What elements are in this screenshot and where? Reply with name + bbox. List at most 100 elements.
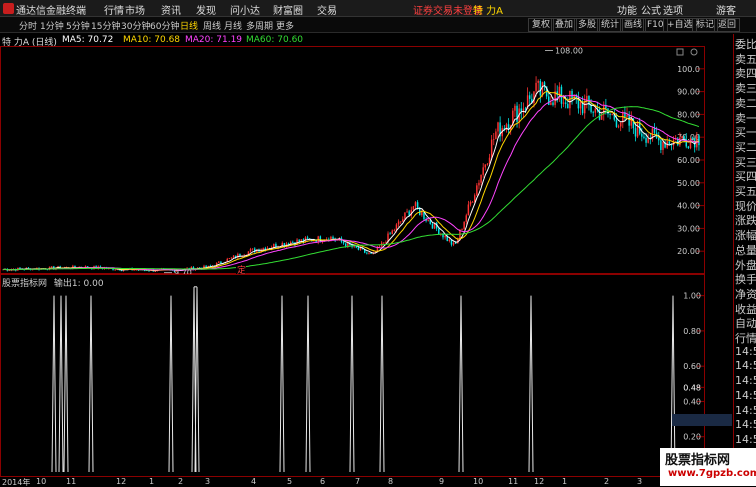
candle-body xyxy=(528,95,531,99)
candle-body xyxy=(564,102,567,104)
candle-body xyxy=(306,237,309,239)
signal-spike xyxy=(349,295,355,473)
candle-body xyxy=(463,221,465,229)
quote-panel-item: 收益 xyxy=(735,302,756,316)
candle-body xyxy=(480,174,482,183)
quote-panel-item: 14:5 xyxy=(735,344,756,358)
date-label: 3 xyxy=(205,477,211,486)
candle-body xyxy=(598,109,601,120)
candle-body xyxy=(444,235,446,238)
candle-body xyxy=(495,131,497,140)
candle-body xyxy=(262,248,264,250)
indicator-name[interactable]: 股票指标网 xyxy=(2,279,47,289)
candle-body xyxy=(615,119,618,127)
sub-axis-label: 1.00 xyxy=(683,292,701,301)
candle-body xyxy=(658,137,660,141)
candle-body xyxy=(292,242,294,243)
candle-body xyxy=(594,108,597,113)
menu-news[interactable]: 资讯 xyxy=(161,2,181,17)
main-chart-border xyxy=(0,46,705,274)
menu-market[interactable]: 市场 xyxy=(125,2,145,17)
quote-panel-item: 14:5 xyxy=(735,432,756,446)
candle-body xyxy=(490,139,493,158)
candle-body xyxy=(687,146,690,149)
candle-body xyxy=(689,138,692,149)
date-label: 11 xyxy=(66,477,77,486)
signal-spike xyxy=(51,295,57,473)
date-label: 12 xyxy=(116,477,127,486)
candle-body xyxy=(471,201,474,203)
candle-body xyxy=(406,211,408,213)
candle-body xyxy=(366,252,368,254)
period-monthly[interactable]: 月线 xyxy=(224,19,242,32)
period-more[interactable]: 更多 xyxy=(276,19,294,32)
menu-options[interactable]: 选项 xyxy=(663,2,683,17)
date-axis xyxy=(0,476,756,487)
menu-hq[interactable]: 行情 xyxy=(104,2,124,17)
back-button[interactable]: 返回 xyxy=(714,18,741,32)
candle-body xyxy=(476,185,478,196)
signal-spike xyxy=(63,295,69,473)
menu-function[interactable]: 功能 xyxy=(617,2,637,17)
period-fenshi[interactable]: 分时 xyxy=(19,19,37,32)
period-5min[interactable]: 5分钟 xyxy=(66,19,90,32)
menu-formula[interactable]: 公式 xyxy=(641,2,661,17)
app-title: 通达信金融终端 xyxy=(16,6,86,17)
date-label: 2 xyxy=(604,477,610,486)
date-label: 8 xyxy=(388,477,394,486)
signal-spike xyxy=(670,295,676,473)
quote-panel-item: 14:5 xyxy=(735,388,756,402)
period-15min[interactable]: 15分钟 xyxy=(91,19,120,32)
menu-trade[interactable]: 交易 xyxy=(317,2,337,17)
candle-body xyxy=(605,105,607,109)
ma60-line xyxy=(3,106,700,271)
kline-chart[interactable]: 100.090.0080.0070.0060.0050.0040.0030.00… xyxy=(0,46,705,274)
candle-body xyxy=(467,204,470,216)
candle-body xyxy=(647,138,649,143)
watermark-title: 股票指标网 xyxy=(665,453,731,468)
candle-body xyxy=(368,253,370,254)
quote-panel-item: 买二 xyxy=(735,140,756,154)
candle-body xyxy=(232,255,235,258)
settings-icon xyxy=(690,48,698,56)
price-axis-label: 20.00 xyxy=(677,247,700,256)
candle-body xyxy=(391,230,393,234)
period-multi[interactable]: 多周期 xyxy=(246,19,273,32)
candle-body xyxy=(691,138,694,140)
menu-wealth[interactable]: 财富圈 xyxy=(273,2,303,17)
quote-panel-item: 净资 xyxy=(735,287,756,301)
menu-wenxiaoda[interactable]: 问小达 xyxy=(230,2,260,17)
candle-body xyxy=(660,140,662,150)
signal-spike xyxy=(194,286,200,473)
sub-axis-label: 0.48 xyxy=(683,383,701,392)
candle-body xyxy=(558,86,561,96)
date-label: 1 xyxy=(149,477,155,486)
menu-discover[interactable]: 发现 xyxy=(196,2,216,17)
price-axis-label: 50.00 xyxy=(677,179,700,188)
candle-body xyxy=(579,102,582,109)
candle-body xyxy=(611,113,613,115)
candle-body xyxy=(641,133,643,137)
quote-panel-item: 买五 xyxy=(735,185,756,198)
period-weekly[interactable]: 周线 xyxy=(203,19,221,32)
ma5-line xyxy=(3,84,700,272)
candle-body xyxy=(404,212,406,220)
period-30min[interactable]: 30分钟 xyxy=(121,19,150,32)
quote-panel-item: 14:5 xyxy=(735,418,756,432)
period-60min[interactable]: 60分钟 xyxy=(150,19,179,32)
period-1min[interactable]: 1分钟 xyxy=(40,19,64,32)
candle-body xyxy=(619,122,622,127)
candle-body xyxy=(681,136,683,138)
indicator-chart[interactable]: 1.00 0.80 0.60 0.48 0.40 0.20 xyxy=(0,274,705,477)
ma60-value: MA60: 70.60 xyxy=(246,35,304,45)
ding-marker: 定 xyxy=(237,264,246,274)
guest-user[interactable]: 游客 xyxy=(716,2,736,17)
date-label: 10 xyxy=(36,477,47,486)
candle-body xyxy=(628,114,630,126)
candle-body xyxy=(402,219,404,222)
candle-body xyxy=(438,228,440,235)
sub-axis-label: 0.40 xyxy=(683,397,701,406)
period-daily[interactable]: 日线 xyxy=(180,19,198,32)
candle-body xyxy=(493,139,495,140)
quote-panel-item: 买四 xyxy=(735,170,756,184)
